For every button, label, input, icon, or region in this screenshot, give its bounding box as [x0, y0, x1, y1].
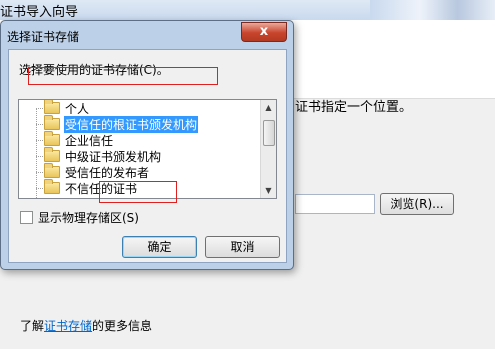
folder-icon [44, 115, 60, 130]
select-certificate-store-dialog: 选择证书存储 x 选择要使用的证书存储(C)。 个人 受信任的根证书颁发机构 企… [0, 20, 294, 270]
show-physical-stores-label: 显示物理存储区(S) [38, 211, 139, 225]
tree-item-label: 中级证书颁发机构 [65, 149, 162, 164]
tree-item-trusted-root[interactable]: 受信任的根证书颁发机构 [44, 115, 199, 133]
more-info-text: 了解证书存储的更多信息 [20, 317, 152, 334]
folder-icon [44, 147, 60, 162]
certificate-store-link[interactable]: 证书存储 [44, 319, 92, 333]
tree-connector [36, 172, 43, 173]
folder-icon [44, 131, 60, 146]
tree-item-label: 企业信任 [65, 133, 114, 148]
close-icon: x [259, 24, 269, 39]
dialog-titlebar: 选择证书存储 x [1, 21, 293, 49]
dialog-title: 选择证书存储 [7, 30, 80, 44]
folder-icon [44, 163, 60, 178]
ok-annotation-box [99, 181, 177, 203]
scroll-thumb[interactable] [263, 120, 275, 146]
selection-annotation-box [28, 67, 218, 85]
more-info-prefix: 了解 [20, 319, 45, 333]
tree-connector [36, 108, 43, 109]
scroll-up-icon[interactable]: ▲ [261, 100, 276, 115]
wizard-window-controls [370, 0, 495, 20]
tree-item-trusted-publishers[interactable]: 受信任的发布者 [44, 163, 150, 180]
tree-item-enterprise-trust[interactable]: 企业信任 [44, 131, 114, 148]
tree-item-label: 受信任的根证书颁发机构 [64, 115, 199, 133]
certificate-store-field[interactable] [295, 194, 375, 214]
tree-connector [36, 188, 43, 189]
folder-icon [44, 179, 60, 194]
folder-icon [44, 100, 60, 114]
tree-item-personal[interactable]: 个人 [44, 100, 90, 116]
tree-connector [36, 124, 43, 125]
tree-item-label: 受信任的发布者 [65, 165, 150, 180]
tree-connector [36, 108, 37, 198]
ok-button[interactable]: 确定 [122, 236, 197, 258]
browse-button[interactable]: 浏览(R)... [380, 193, 454, 215]
tree-scrollbar[interactable]: ▲ ▼ [260, 100, 276, 198]
wizard-title: 证书导入向导 [0, 5, 79, 20]
show-physical-stores-checkbox[interactable] [20, 211, 33, 224]
tree-connector [36, 156, 43, 157]
tree-item-intermediate-ca[interactable]: 中级证书颁发机构 [44, 147, 162, 164]
tree-item-label: 个人 [65, 101, 90, 116]
show-physical-stores-option[interactable]: 显示物理存储区(S) [20, 209, 139, 226]
close-button[interactable]: x [241, 22, 287, 42]
more-info-suffix: 的更多信息 [92, 319, 153, 333]
wizard-titlebar: 证书导入向导 [0, 0, 495, 20]
cancel-button[interactable]: 取消 [205, 236, 280, 258]
scroll-down-icon[interactable]: ▼ [261, 183, 276, 198]
wizard-instruction: 证书指定一个位置。 [295, 100, 413, 115]
tree-connector [36, 140, 43, 141]
